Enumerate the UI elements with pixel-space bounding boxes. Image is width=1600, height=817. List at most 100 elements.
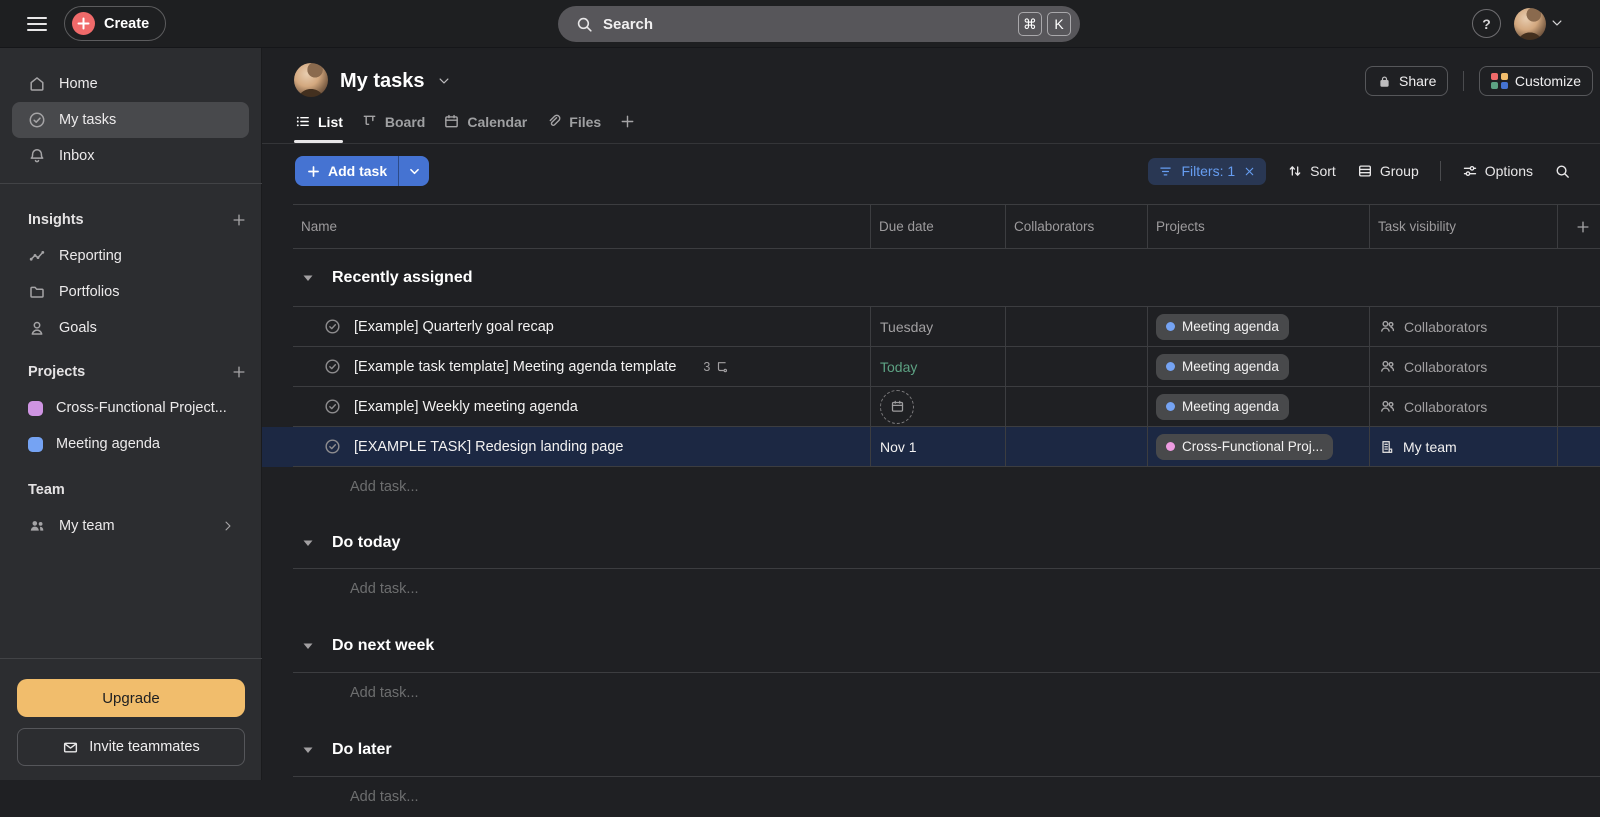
tab-board[interactable]: Board: [361, 105, 425, 143]
column-header-due-date[interactable]: Due date: [871, 205, 1006, 248]
column-header-collaborators[interactable]: Collaborators: [1006, 205, 1148, 248]
folder-icon: [28, 283, 46, 301]
search-tasks-icon[interactable]: [1554, 163, 1571, 180]
sidebar-item-my-team[interactable]: My team: [12, 508, 249, 544]
task-visibility-cell[interactable]: Collaborators: [1370, 347, 1558, 386]
project-cell[interactable]: Meeting agenda: [1148, 347, 1370, 386]
add-task-row[interactable]: Add task...: [293, 467, 1600, 507]
sidebar: Home My tasks Inbox Insights Reporting P…: [0, 48, 262, 780]
check-circle-icon[interactable]: [324, 398, 341, 415]
hamburger-menu-icon[interactable]: [27, 14, 47, 34]
sidebar-item-home[interactable]: Home: [12, 66, 249, 102]
check-circle-icon[interactable]: [324, 318, 341, 335]
k-key: K: [1047, 12, 1071, 36]
sidebar-section-team[interactable]: Team: [28, 482, 65, 498]
add-task-dropdown[interactable]: [399, 165, 429, 178]
options-button[interactable]: Options: [1462, 163, 1533, 179]
close-icon[interactable]: [1243, 165, 1256, 178]
add-column-button[interactable]: [1558, 205, 1600, 248]
upgrade-button[interactable]: Upgrade: [17, 679, 245, 717]
sidebar-section-insights[interactable]: Insights: [28, 212, 84, 228]
add-task-button[interactable]: Add task: [295, 156, 429, 186]
add-project-icon[interactable]: [231, 364, 247, 380]
task-row[interactable]: [Example task template] Meeting agenda t…: [293, 347, 1600, 387]
sidebar-item-goals[interactable]: Goals: [12, 310, 249, 346]
add-task-row[interactable]: Add task...: [293, 673, 1600, 713]
section-do-today[interactable]: Do today: [293, 507, 1600, 569]
sidebar-item-meeting-agenda[interactable]: Meeting agenda: [12, 426, 249, 462]
column-header-projects[interactable]: Projects: [1148, 205, 1370, 248]
section-recently-assigned[interactable]: Recently assigned: [293, 249, 1600, 307]
group-button[interactable]: Group: [1357, 163, 1419, 179]
envelope-icon: [62, 739, 79, 756]
home-icon: [28, 75, 46, 93]
sidebar-item-inbox[interactable]: Inbox: [12, 138, 249, 174]
chevron-down-icon[interactable]: [437, 74, 451, 88]
check-circle-icon[interactable]: [324, 438, 341, 455]
topbar: Create Search ⌘ K ?: [0, 0, 1600, 48]
project-cell[interactable]: Meeting agenda: [1148, 307, 1370, 346]
divider: [1463, 71, 1464, 91]
add-task-row[interactable]: Add task...: [293, 777, 1600, 817]
project-cell[interactable]: Meeting agenda: [1148, 387, 1370, 426]
task-visibility-cell[interactable]: Collaborators: [1370, 387, 1558, 426]
triangle-down-icon[interactable]: [300, 640, 316, 652]
sidebar-section-projects[interactable]: Projects: [28, 364, 85, 380]
task-row[interactable]: [Example] Weekly meeting agenda Meeting …: [293, 387, 1600, 427]
create-button[interactable]: Create: [64, 6, 166, 41]
add-task-row[interactable]: Add task...: [293, 569, 1600, 609]
sidebar-item-my-tasks[interactable]: My tasks: [12, 102, 249, 138]
task-row-selected[interactable]: [EXAMPLE TASK] Redesign landing page Nov…: [293, 427, 1600, 467]
subtask-indicator: 3: [703, 360, 729, 374]
sidebar-item-reporting[interactable]: Reporting: [12, 238, 249, 274]
triangle-down-icon[interactable]: [300, 272, 316, 284]
collaborators-cell[interactable]: [1006, 347, 1148, 386]
customize-button[interactable]: Customize: [1479, 66, 1593, 96]
customize-grid-icon: [1491, 73, 1508, 90]
due-date[interactable]: Nov 1: [871, 427, 1006, 466]
triangle-down-icon[interactable]: [300, 537, 316, 549]
collaborators-cell[interactable]: [1006, 427, 1148, 466]
collaborators-cell[interactable]: [1006, 387, 1148, 426]
board-icon: [361, 113, 378, 130]
chevron-down-icon[interactable]: [1550, 16, 1564, 30]
add-tab-button[interactable]: [619, 105, 636, 143]
project-dot: [1166, 322, 1175, 331]
table-header: Name Due date Collaborators Projects Tas…: [293, 204, 1600, 249]
column-header-task-visibility[interactable]: Task visibility: [1370, 205, 1558, 248]
page-title: My tasks: [340, 70, 425, 93]
chevron-right-icon[interactable]: [221, 519, 235, 533]
tab-files[interactable]: Files: [545, 105, 601, 143]
sidebar-item-cross-functional-project[interactable]: Cross-Functional Project...: [12, 390, 249, 426]
paperclip-icon: [545, 113, 562, 130]
tab-list[interactable]: List: [294, 105, 343, 143]
project-cell[interactable]: Cross-Functional Proj...: [1148, 427, 1370, 466]
search-input[interactable]: Search ⌘ K: [558, 6, 1080, 42]
calendar-icon: [443, 113, 460, 130]
sidebar-divider: [0, 658, 262, 659]
add-insight-icon[interactable]: [231, 212, 247, 228]
help-button[interactable]: ?: [1472, 9, 1501, 38]
due-date[interactable]: Tuesday: [871, 307, 1006, 346]
calendar-dashed-icon[interactable]: [880, 390, 914, 424]
task-visibility-cell[interactable]: Collaborators: [1370, 307, 1558, 346]
user-avatar[interactable]: [1514, 8, 1546, 40]
share-button[interactable]: Share: [1365, 66, 1448, 96]
filters-chip[interactable]: Filters: 1: [1148, 158, 1266, 185]
triangle-down-icon[interactable]: [300, 744, 316, 756]
tab-calendar[interactable]: Calendar: [443, 105, 527, 143]
task-visibility-cell[interactable]: My team: [1370, 427, 1558, 466]
invite-teammates-button[interactable]: Invite teammates: [17, 728, 245, 766]
section-do-next-week[interactable]: Do next week: [293, 609, 1600, 673]
column-header-name[interactable]: Name: [293, 205, 871, 248]
collaborators-cell[interactable]: [1006, 307, 1148, 346]
sort-button[interactable]: Sort: [1287, 163, 1336, 179]
section-do-later[interactable]: Do later: [293, 713, 1600, 777]
task-row[interactable]: [Example] Quarterly goal recap Tuesday M…: [293, 307, 1600, 347]
sidebar-item-portfolios[interactable]: Portfolios: [12, 274, 249, 310]
due-date[interactable]: Today: [871, 347, 1006, 386]
my-tasks-avatar[interactable]: [294, 63, 328, 97]
people-icon: [1379, 358, 1396, 375]
check-circle-icon[interactable]: [324, 358, 341, 375]
due-date-picker[interactable]: [871, 387, 1006, 426]
